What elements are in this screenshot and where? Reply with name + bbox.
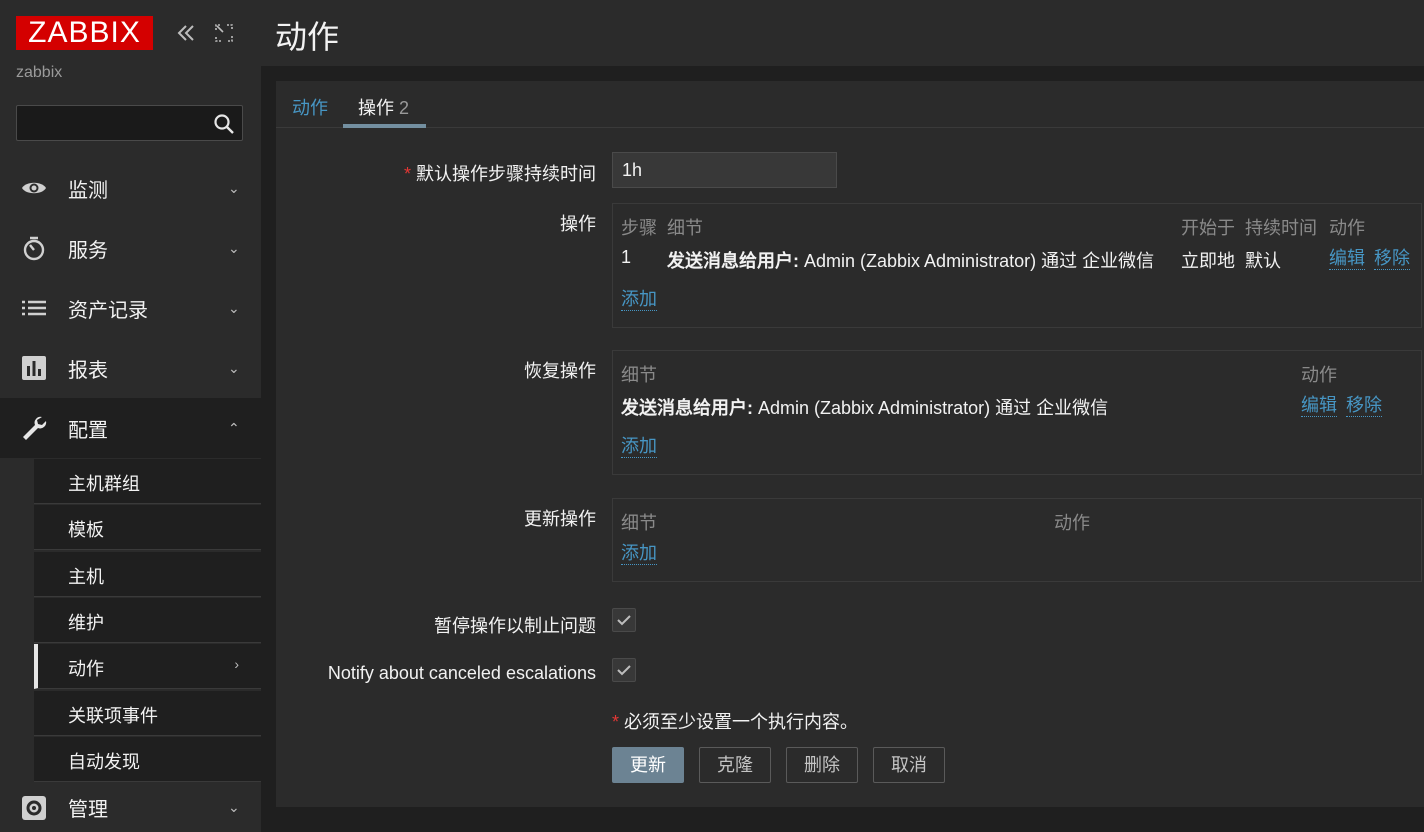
nav-label: 报表 (68, 359, 108, 382)
sub-label: 维护 (68, 613, 104, 633)
recovery-label: 恢复操作 (524, 361, 596, 381)
sub-host-groups[interactable]: 主机群组 (34, 459, 261, 504)
sub-templates[interactable]: 模板 (34, 505, 261, 550)
clone-button[interactable]: 克隆 (699, 747, 771, 783)
operations-label: 操作 (560, 214, 596, 234)
sub-label: 模板 (68, 520, 104, 540)
operations-table: 步骤 细节 开始于 持续时间 动作 1 发送消息给用户: Admin (Zabb… (612, 203, 1422, 328)
active-tab-indicator (343, 124, 426, 128)
upd-add-link[interactable]: 添加 (621, 542, 657, 565)
eye-icon (22, 182, 46, 194)
sub-hosts[interactable]: 主机 (34, 552, 261, 597)
double-chevron-left-icon[interactable] (174, 21, 198, 45)
wrench-icon (23, 416, 47, 440)
op-step: 1 (621, 247, 632, 267)
rec-add-link[interactable]: 添加 (621, 435, 657, 458)
search-icon[interactable] (212, 112, 236, 136)
nav-monitoring[interactable]: 监测 ⌄ (0, 158, 261, 218)
chevron-right-icon: › (234, 656, 239, 672)
col-action: 动作 (1054, 513, 1090, 533)
tab-count: 2 (399, 98, 410, 118)
sidebar: ZABBIX zabbix 监测 ⌄ 服务 ⌄ 资产记录 ⌄ 报表 ⌄ 配置 ⌃… (0, 0, 261, 832)
expand-icon[interactable] (212, 21, 236, 45)
nav-label: 管理 (68, 798, 108, 821)
col-start: 开始于 (1181, 218, 1235, 238)
step-duration-input[interactable] (612, 152, 837, 188)
op-add-link[interactable]: 添加 (621, 288, 657, 311)
chevron-down-icon: ⌄ (228, 179, 240, 196)
step-duration-label: * 默认操作步骤持续时间 (403, 164, 596, 184)
update-button[interactable]: 更新 (612, 747, 684, 783)
check-icon (617, 615, 631, 626)
sub-label: 动作 (68, 659, 104, 679)
op-edit-link[interactable]: 编辑 (1329, 247, 1365, 270)
chevron-down-icon: ⌄ (228, 798, 240, 815)
zabbix-logo[interactable]: ZABBIX (16, 16, 153, 50)
op-remove-link[interactable]: 移除 (1374, 247, 1410, 270)
sub-label: 关联项事件 (68, 706, 158, 726)
server-name: zabbix (16, 64, 63, 81)
op-duration: 默认 (1245, 251, 1281, 271)
sub-actions[interactable]: 动作 › (34, 644, 261, 689)
chevron-up-icon: ⌃ (228, 419, 240, 436)
col-action: 动作 (1329, 218, 1365, 238)
rec-remove-link[interactable]: 移除 (1346, 394, 1382, 417)
update-table: 细节 动作 添加 (612, 498, 1422, 582)
notify-checkbox[interactable] (612, 658, 636, 682)
nav-administration[interactable]: 管理 ⌄ (0, 782, 261, 832)
tab-action[interactable]: 动作 (292, 94, 328, 120)
op-start: 立即地 (1181, 251, 1235, 271)
rec-edit-link[interactable]: 编辑 (1301, 394, 1337, 417)
gear-icon (22, 796, 46, 820)
op-detail: 发送消息给用户: Admin (Zabbix Administrator) 通过… (667, 251, 1155, 271)
check-icon (617, 665, 631, 676)
nav-label: 配置 (68, 419, 108, 442)
logo-row: ZABBIX (16, 16, 246, 50)
sub-event-correlation[interactable]: 关联项事件 (34, 691, 261, 736)
notify-label: Notify about canceled escalations (327, 663, 596, 683)
nav-configuration[interactable]: 配置 ⌃ (0, 398, 261, 458)
pause-label: 暂停操作以制止问题 (434, 616, 596, 636)
bar-chart-icon (22, 356, 46, 380)
sub-label: 主机群组 (68, 474, 140, 494)
sub-discovery[interactable]: 自动发现 (34, 737, 261, 782)
nav-inventory[interactable]: 资产记录 ⌄ (0, 278, 261, 338)
tab-bar: 动作 操作 2 (276, 81, 1424, 128)
required-note: * 必须至少设置一个执行内容。 (612, 712, 859, 732)
col-detail: 细节 (667, 218, 703, 238)
search-input[interactable] (16, 105, 243, 141)
nav-label: 资产记录 (68, 299, 148, 322)
update-label: 更新操作 (524, 509, 596, 529)
chevron-down-icon: ⌄ (228, 299, 240, 316)
nav-label: 监测 (68, 179, 108, 202)
form-panel: 动作 操作 2 * 默认操作步骤持续时间 操作 步骤 细节 开始于 持续时间 动… (276, 81, 1424, 807)
page-header: 动作 (261, 0, 1424, 66)
sub-maintenance[interactable]: 维护 (34, 598, 261, 643)
tab-operations[interactable]: 操作 2 (358, 94, 409, 120)
sub-label: 主机 (68, 567, 104, 587)
col-action: 动作 (1301, 365, 1337, 385)
chevron-down-icon: ⌄ (228, 359, 240, 376)
pause-checkbox[interactable] (612, 608, 636, 632)
nav-label: 服务 (68, 239, 108, 262)
col-duration: 持续时间 (1245, 218, 1317, 238)
page-title: 动作 (275, 19, 340, 55)
rec-detail: 发送消息给用户: Admin (Zabbix Administrator) 通过… (621, 398, 1109, 418)
nav-services[interactable]: 服务 ⌄ (0, 218, 261, 278)
sub-label: 自动发现 (68, 752, 140, 772)
chevron-down-icon: ⌄ (228, 239, 240, 256)
tab-label: 操作 (358, 98, 394, 118)
nav-reports[interactable]: 报表 ⌄ (0, 338, 261, 398)
col-detail: 细节 (621, 365, 657, 385)
recovery-table: 细节 动作 发送消息给用户: Admin (Zabbix Administrat… (612, 350, 1422, 475)
col-step: 步骤 (621, 218, 657, 238)
stopwatch-icon (23, 236, 45, 261)
list-icon (22, 300, 46, 316)
cancel-button[interactable]: 取消 (873, 747, 945, 783)
delete-button[interactable]: 删除 (786, 747, 858, 783)
col-detail: 细节 (621, 513, 657, 533)
